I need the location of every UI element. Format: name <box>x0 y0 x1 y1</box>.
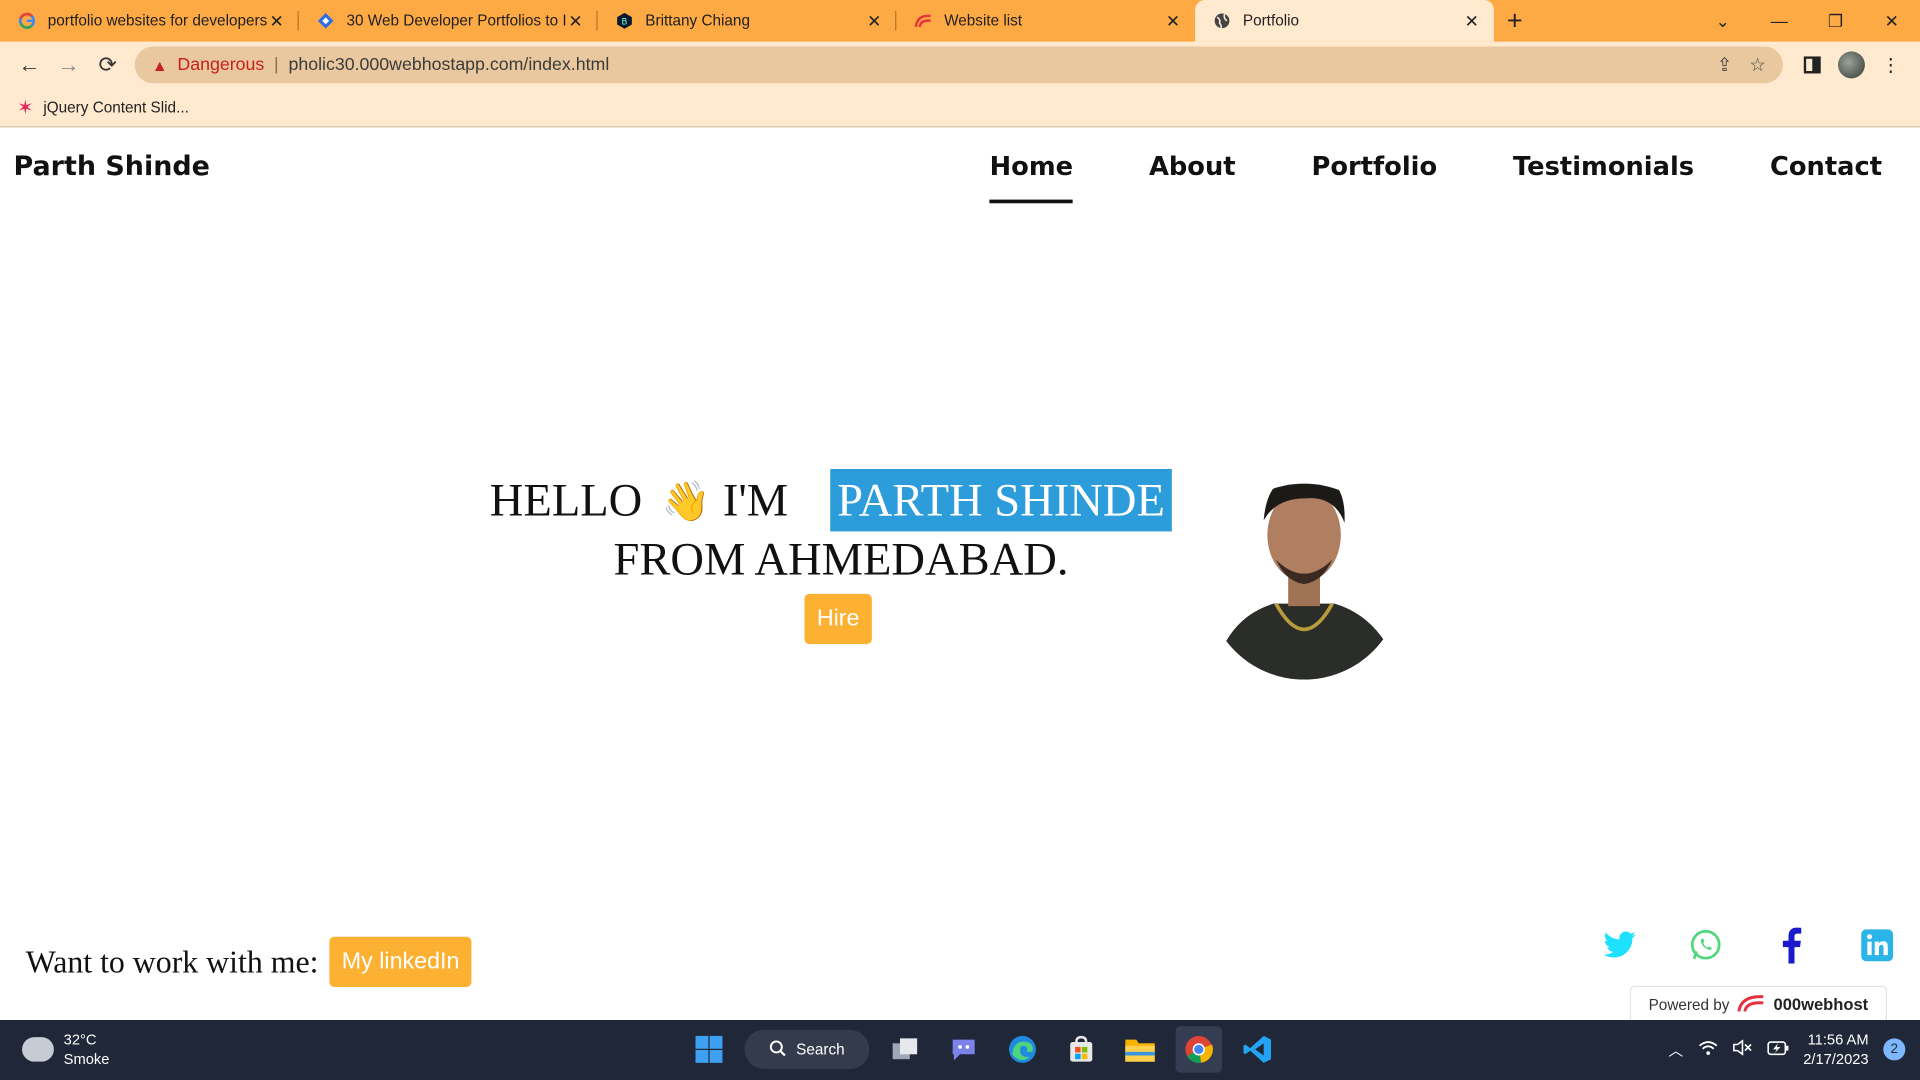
work-with-me: Want to work with me: My linkedIn <box>25 936 472 987</box>
hero-subheading: FROM AHMEDABAD. <box>613 533 1069 586</box>
security-label[interactable]: Dangerous <box>177 55 264 75</box>
reload-button[interactable]: ⟳ <box>88 45 127 84</box>
browser-toolbar: ← → ⟳ ▲ Dangerous | pholic30.000webhosta… <box>0 41 1920 89</box>
profile-photo <box>1206 483 1403 680</box>
hero-heading: HELLO 👋 I'M PARTH SHINDE <box>489 468 1173 532</box>
work-text: Want to work with me: <box>25 943 319 979</box>
microsoft-store-icon[interactable] <box>1058 1026 1105 1073</box>
waving-hand-icon: 👋 <box>661 478 711 523</box>
svg-text:B: B <box>622 17 628 27</box>
bookmark-favicon-icon: ✶ <box>17 97 34 119</box>
divider: | <box>274 55 279 75</box>
file-explorer-icon[interactable] <box>1117 1026 1164 1073</box>
tab-title: portfolio websites for developers <box>47 12 267 30</box>
temperature: 32°C <box>63 1031 97 1049</box>
nav-testimonials[interactable]: Testimonials <box>1513 152 1694 203</box>
restore-button[interactable]: ❐ <box>1807 10 1863 31</box>
tab-portfolio[interactable]: Portfolio ✕ <box>1195 0 1494 42</box>
tab-brittany-chiang[interactable]: B Brittany Chiang ✕ <box>598 0 897 42</box>
clock-time: 11:56 AM <box>1807 1031 1869 1049</box>
new-tab-button[interactable]: + <box>1494 0 1536 42</box>
share-icon[interactable]: ⇪ <box>1717 54 1732 76</box>
tab-title: Portfolio <box>1242 12 1300 30</box>
search-icon <box>769 1039 786 1060</box>
back-button[interactable]: ← <box>10 45 49 84</box>
tab-search-icon[interactable]: ⌄ <box>1695 10 1751 31</box>
battery-charging-icon[interactable] <box>1766 1040 1788 1058</box>
windows-taskbar: 32°C Smoke Search ︿ 11:56 AM 2/17/2023 2 <box>0 1020 1920 1080</box>
host-brand: 000webhost <box>1773 995 1869 1014</box>
windows-start-icon[interactable] <box>686 1026 733 1073</box>
menu-icon[interactable]: ⋮ <box>1871 45 1910 84</box>
close-tab-icon[interactable]: ✕ <box>566 10 586 31</box>
close-tab-icon[interactable]: ✕ <box>1163 10 1183 31</box>
search-label: Search <box>796 1040 845 1058</box>
close-tab-icon[interactable]: ✕ <box>267 10 287 31</box>
taskbar-search[interactable]: Search <box>744 1029 870 1069</box>
linkedin-icon[interactable] <box>1859 927 1896 964</box>
powered-by-badge[interactable]: Powered by 000webhost <box>1629 985 1887 1023</box>
close-tab-icon[interactable]: ✕ <box>1462 10 1482 31</box>
globe-icon <box>1212 11 1232 31</box>
000webhost-logo-icon <box>1737 992 1766 1018</box>
bookmark-star-icon[interactable]: ☆ <box>1749 54 1765 76</box>
tab-strip: portfolio websites for developers ✕ 30 W… <box>0 0 1920 42</box>
hero-im: I'M <box>722 474 789 526</box>
portfolio-page: Parth Shinde Home About Portfolio Testim… <box>0 128 1920 1023</box>
hire-button[interactable]: Hire <box>804 593 872 645</box>
taskbar-apps: Search <box>686 1026 1281 1073</box>
nav-portfolio[interactable]: Portfolio <box>1311 152 1437 203</box>
vscode-icon[interactable] <box>1234 1026 1281 1073</box>
b-logo-icon: B <box>615 11 635 31</box>
volume-muted-icon[interactable] <box>1732 1039 1752 1060</box>
weather-condition: Smoke <box>63 1050 110 1068</box>
window-controls: ⌄ — ❐ ✕ <box>1695 0 1920 42</box>
main-nav: Home About Portfolio Testimonials Contac… <box>989 152 1882 204</box>
nav-about[interactable]: About <box>1149 152 1236 203</box>
hero-name-highlight: PARTH SHINDE <box>829 468 1173 532</box>
clock-date: 2/17/2023 <box>1803 1050 1869 1068</box>
close-tab-icon[interactable]: ✕ <box>864 10 884 31</box>
twitter-icon[interactable] <box>1602 927 1639 964</box>
whatsapp-icon[interactable] <box>1687 927 1724 964</box>
tab-web-developer-portfolios[interactable]: 30 Web Developer Portfolios to Inspire ✕ <box>299 0 598 42</box>
system-tray: ︿ 11:56 AM 2/17/2023 2 <box>1668 1030 1906 1069</box>
url-text[interactable]: pholic30.000webhostapp.com/index.html <box>288 55 1699 75</box>
notification-badge[interactable]: 2 <box>1883 1038 1906 1061</box>
hero-hello: HELLO <box>489 474 643 526</box>
profile-avatar[interactable] <box>1832 45 1871 84</box>
warning-icon: ▲ <box>151 55 168 75</box>
nav-contact[interactable]: Contact <box>1770 152 1882 203</box>
weather-widget[interactable]: 32°C Smoke <box>22 1027 110 1069</box>
tab-title: Brittany Chiang <box>645 12 750 30</box>
chrome-icon[interactable] <box>1175 1026 1223 1073</box>
tab-title: Website list <box>944 12 1023 30</box>
bookmark-jquery-content-slider[interactable]: jQuery Content Slid... <box>43 99 188 116</box>
edge-browser-icon[interactable] <box>999 1026 1046 1073</box>
address-bar[interactable]: ▲ Dangerous | pholic30.000webhostapp.com… <box>134 46 1783 84</box>
cloud-icon <box>22 1027 54 1062</box>
social-links <box>1602 927 1896 964</box>
forward-button[interactable]: → <box>49 45 88 84</box>
wifi-icon[interactable] <box>1698 1040 1718 1060</box>
close-window-button[interactable]: ✕ <box>1864 10 1920 31</box>
site-brand[interactable]: Parth Shinde <box>13 152 209 183</box>
clock[interactable]: 11:56 AM 2/17/2023 <box>1803 1030 1868 1069</box>
side-panel-icon[interactable] <box>1793 45 1832 84</box>
show-hidden-icons-chevron-icon[interactable]: ︿ <box>1668 1039 1683 1060</box>
blue-diamond-icon <box>316 11 336 31</box>
minimize-button[interactable]: — <box>1751 11 1807 31</box>
linkedin-button[interactable]: My linkedIn <box>329 936 472 987</box>
powered-by-text: Powered by <box>1648 996 1730 1014</box>
google-icon <box>17 11 37 31</box>
bookmarks-bar: ✶ jQuery Content Slid... <box>0 88 1920 128</box>
000webhost-icon <box>913 11 933 31</box>
tab-website-list[interactable]: Website list ✕ <box>896 0 1195 42</box>
task-view-icon[interactable] <box>882 1026 929 1073</box>
tab-title: 30 Web Developer Portfolios to Inspire <box>346 12 566 30</box>
facebook-icon[interactable] <box>1773 927 1810 964</box>
nav-home[interactable]: Home <box>989 152 1074 204</box>
teams-chat-icon[interactable] <box>940 1026 987 1073</box>
tab-google-search[interactable]: portfolio websites for developers ✕ <box>0 0 299 42</box>
